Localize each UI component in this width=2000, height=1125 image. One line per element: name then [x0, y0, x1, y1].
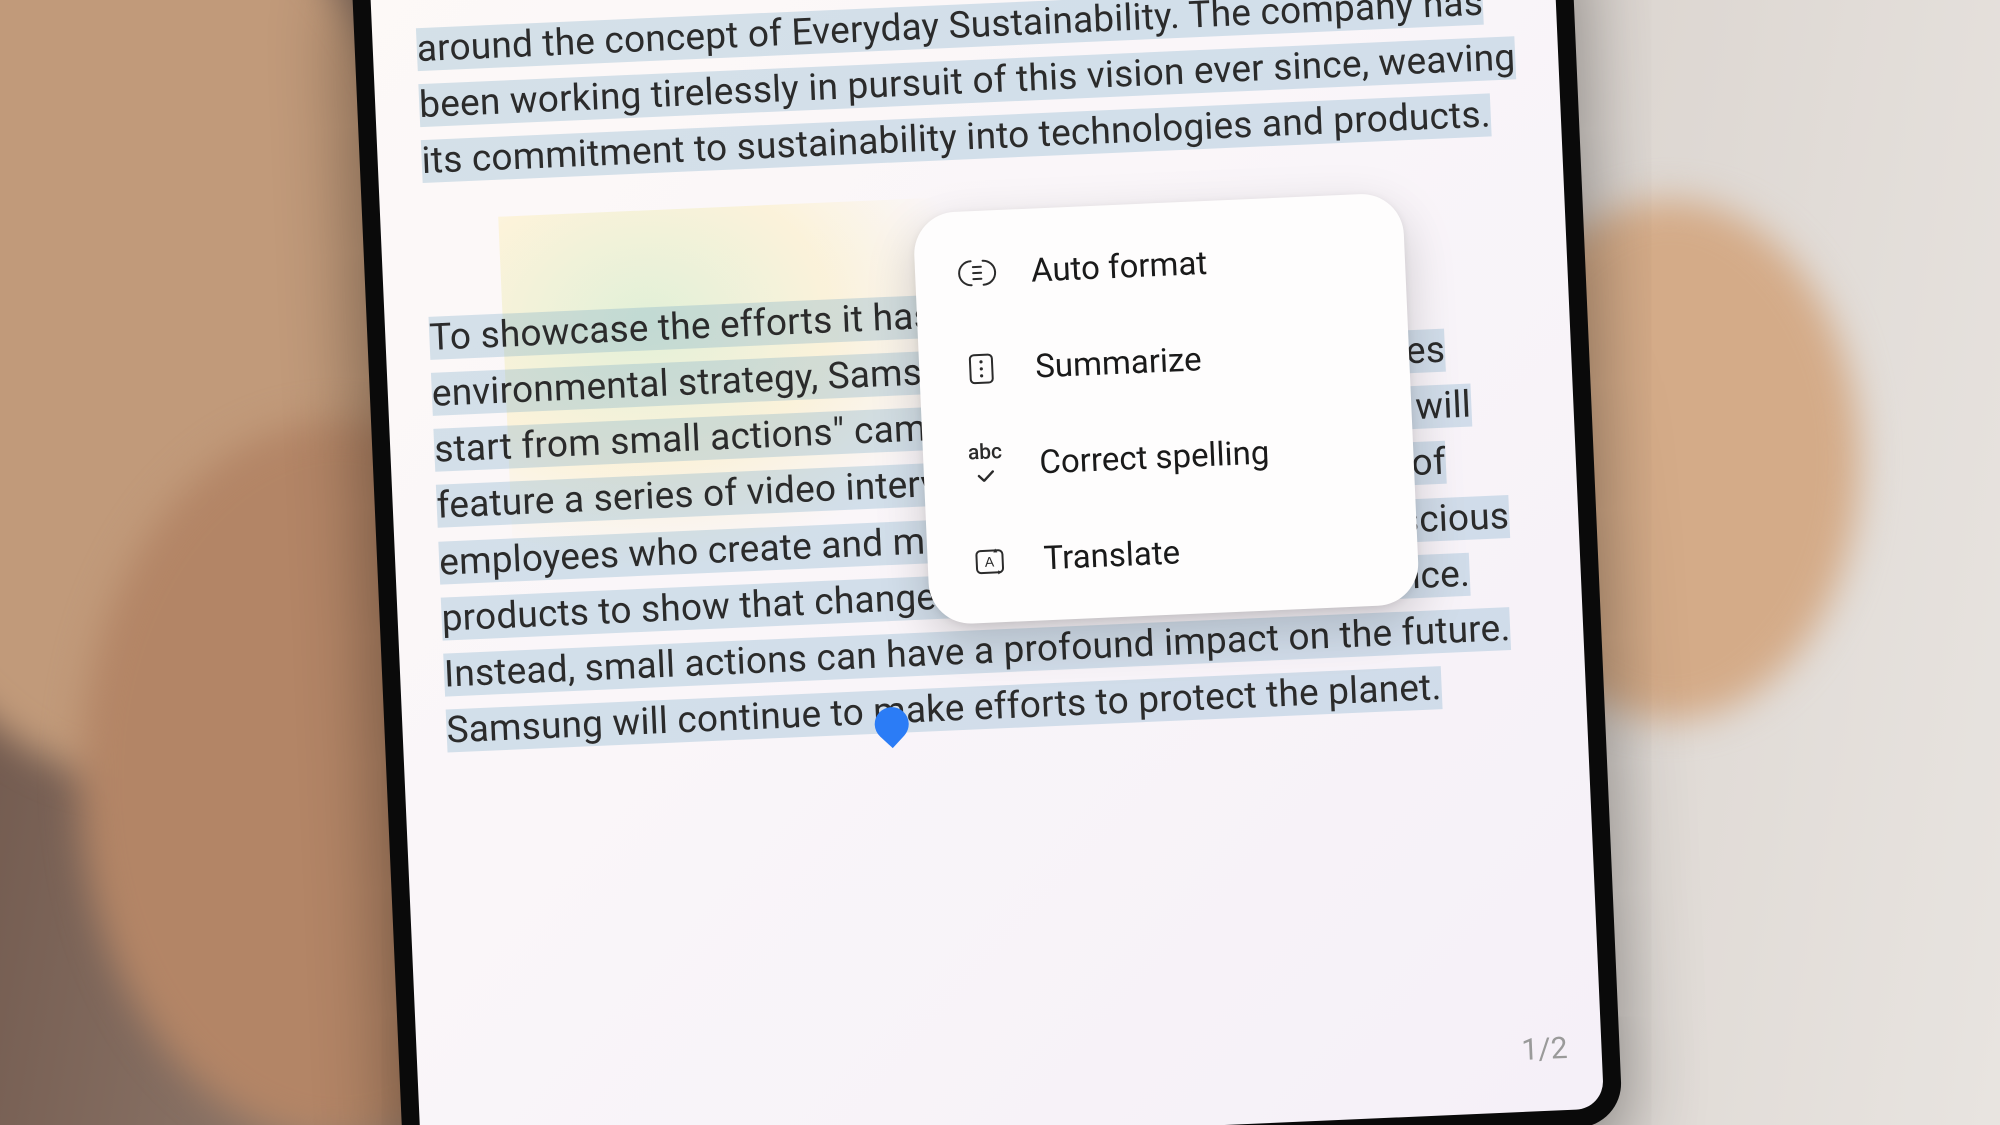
- menu-item-label: Correct spelling: [1039, 433, 1270, 482]
- menu-item-label: Summarize: [1034, 340, 1202, 386]
- menu-item-label: Translate: [1043, 533, 1181, 578]
- auto-format-icon: [954, 250, 1000, 296]
- svg-text:A: A: [984, 553, 995, 569]
- photo-background: around the concept of Everyday Sustainab…: [0, 0, 2000, 1125]
- document-paragraph[interactable]: around the concept of Everyday Sustainab…: [416, 0, 1522, 191]
- summarize-icon: [958, 346, 1004, 392]
- spelling-icon: abc: [963, 442, 1009, 488]
- menu-item-label: Auto format: [1030, 243, 1208, 290]
- phone-screen[interactable]: around the concept of Everyday Sustainab…: [369, 0, 1604, 1125]
- translate-icon: A: [967, 538, 1013, 584]
- text-actions-menu: Auto format Summarize: [912, 192, 1420, 625]
- menu-item-translate[interactable]: A Translate: [926, 494, 1420, 611]
- phone-device: around the concept of Everyday Sustainab…: [350, 0, 1623, 1125]
- page-counter: 1/2: [1521, 1031, 1569, 1068]
- selected-text[interactable]: around the concept of Everyday Sustainab…: [416, 0, 1516, 184]
